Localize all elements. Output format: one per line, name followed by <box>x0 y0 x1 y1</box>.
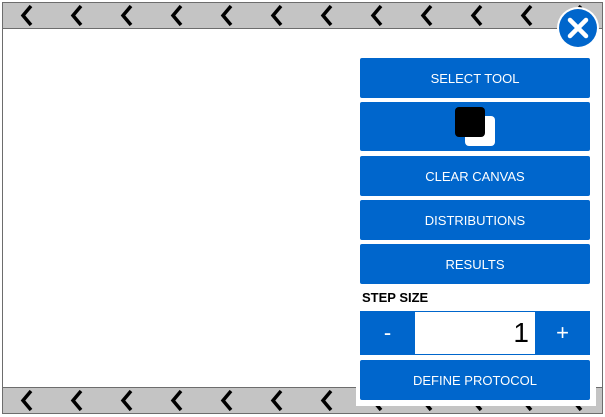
step-size-label: STEP SIZE <box>362 290 429 305</box>
step-increment-button[interactable]: + <box>535 311 590 355</box>
chevron-left-icon <box>120 389 133 412</box>
close-button[interactable] <box>557 7 599 49</box>
chevron-left-icon <box>220 4 233 27</box>
top-scroll-strip[interactable] <box>2 2 603 29</box>
chevron-left-icon <box>170 389 183 412</box>
chevron-left-icon <box>520 4 533 27</box>
chevron-left-icon <box>320 389 333 412</box>
chevron-left-icon <box>20 4 33 27</box>
close-icon <box>567 17 589 39</box>
chevron-left-icon <box>70 389 83 412</box>
chevron-left-icon <box>270 4 283 27</box>
foreground-color-swatch[interactable] <box>455 107 485 137</box>
chevron-left-icon <box>120 4 133 27</box>
chevron-left-icon <box>20 389 33 412</box>
step-size-input[interactable] <box>415 311 535 355</box>
chevron-left-icon <box>420 4 433 27</box>
chevron-left-icon <box>370 4 383 27</box>
chevron-left-icon <box>220 389 233 412</box>
chevron-left-icon <box>320 4 333 27</box>
select-tool-button[interactable]: SELECT TOOL <box>360 58 590 98</box>
step-decrement-button[interactable]: - <box>360 311 415 355</box>
distributions-button[interactable]: DISTRIBUTIONS <box>360 200 590 240</box>
chevron-left-icon <box>270 389 283 412</box>
results-button[interactable]: RESULTS <box>360 244 590 284</box>
define-protocol-button[interactable]: DEFINE PROTOCOL <box>360 360 590 400</box>
chevron-left-icon <box>470 4 483 27</box>
chevron-left-icon <box>170 4 183 27</box>
chevron-left-icon <box>70 4 83 27</box>
clear-canvas-button[interactable]: CLEAR CANVAS <box>360 156 590 196</box>
